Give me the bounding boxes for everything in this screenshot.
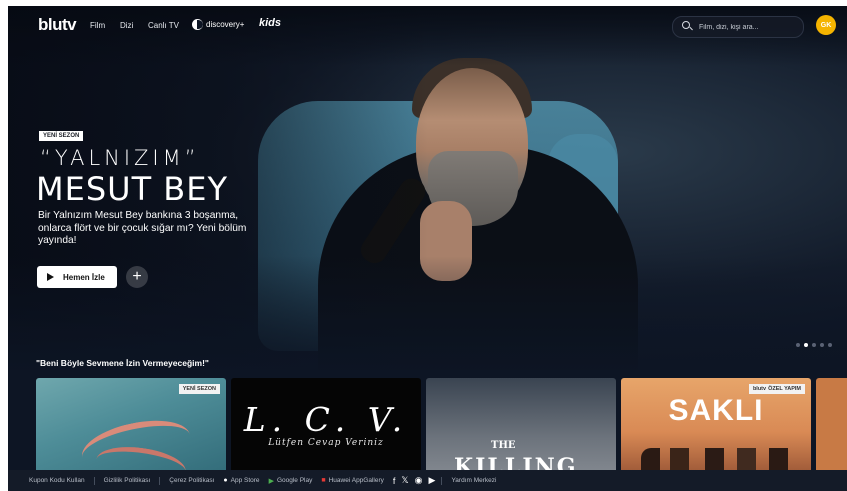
app-store-link[interactable]: ● App Store [223, 477, 259, 484]
hero-new-season-badge: YENİ SEZON [39, 131, 84, 141]
apple-icon: ● [223, 477, 228, 484]
card-badge-logo: blutv [752, 386, 767, 392]
app-store-label: App Store [230, 477, 260, 484]
huawei-label: Huawei AppGallery [328, 477, 384, 484]
instagram-icon[interactable]: ◉ [415, 475, 423, 486]
search-icon [682, 21, 694, 33]
card-title: SAKLI [668, 394, 764, 427]
hero-title-line2: MESUT BEY [36, 170, 228, 208]
search-input[interactable] [697, 22, 801, 32]
card-subtitle: Lütfen Cevap Veriniz [268, 438, 384, 448]
row-title[interactable]: "Beni Böyle Sevmene İzin Vermeyeceğim!" [36, 358, 209, 368]
huawei-icon: ■ [321, 477, 326, 484]
google-play-icon: ▶ [268, 477, 274, 485]
facebook-icon[interactable]: f [393, 476, 396, 486]
hero-title-line1: “YALNIZIM” [40, 146, 200, 170]
blutv-logo[interactable]: blutv [38, 15, 77, 35]
footer-privacy-link[interactable]: Gizlilik Politikası [104, 477, 151, 484]
carousel-dot[interactable] [796, 343, 800, 347]
card-title: L. C. V. [243, 400, 409, 439]
card-title-prefix: THE [491, 440, 516, 451]
footer-coupon-link[interactable]: Kupon Kodu Kullan [29, 477, 85, 484]
footer-divider [159, 476, 161, 485]
google-play-label: Google Play [276, 477, 313, 484]
nav-canli-tv[interactable]: Canlı TV [148, 21, 179, 30]
card-original-badge: blutv ÖZEL YAPIM [748, 384, 805, 394]
nav-discovery-plus[interactable]: discovery+ [192, 19, 244, 30]
footer-bar: Kupon Kodu Kullan Gizlilik Politikası Çe… [8, 470, 847, 491]
top-navigation: blutv Film Dizi Canlı TV discovery+ kids… [8, 6, 847, 46]
play-icon [47, 273, 54, 281]
blutv-app: blutv Film Dizi Canlı TV discovery+ kids… [8, 6, 847, 491]
huawei-appgallery-link[interactable]: ■ Huawei AppGallery [321, 477, 384, 484]
carousel-dot-active[interactable] [804, 343, 808, 347]
search-box[interactable] [672, 16, 804, 38]
watch-now-label: Hemen İzle [63, 272, 105, 282]
user-avatar[interactable]: GK [816, 15, 836, 35]
add-to-list-button[interactable]: + [126, 266, 148, 288]
footer-divider [441, 476, 443, 485]
nav-film[interactable]: Film [90, 21, 105, 30]
card-badge-label: ÖZEL YAPIM [768, 386, 801, 392]
nav-kids[interactable]: kids [259, 17, 281, 29]
carousel-dot[interactable] [820, 343, 824, 347]
footer-cookie-link[interactable]: Çerez Politikası [169, 477, 214, 484]
discovery-logo-icon [192, 19, 203, 30]
carousel-dot[interactable] [828, 343, 832, 347]
hero-description: Bir Yalnızım Mesut Bey bankına 3 boşanma… [38, 210, 247, 247]
watch-now-button[interactable]: Hemen İzle [37, 266, 117, 288]
youtube-icon[interactable]: ▶ [429, 475, 436, 486]
discovery-label: discovery+ [206, 20, 245, 29]
x-icon[interactable]: 𝕏 [401, 475, 408, 486]
nav-dizi[interactable]: Dizi [120, 21, 133, 30]
google-play-link[interactable]: ▶ Google Play [269, 477, 313, 485]
footer-divider [93, 476, 95, 485]
carousel-dot[interactable] [812, 343, 816, 347]
card-new-season-badge: YENİ SEZON [178, 384, 220, 394]
carousel-dots [796, 343, 832, 347]
help-center-link[interactable]: Yardım Merkezi [451, 477, 496, 484]
